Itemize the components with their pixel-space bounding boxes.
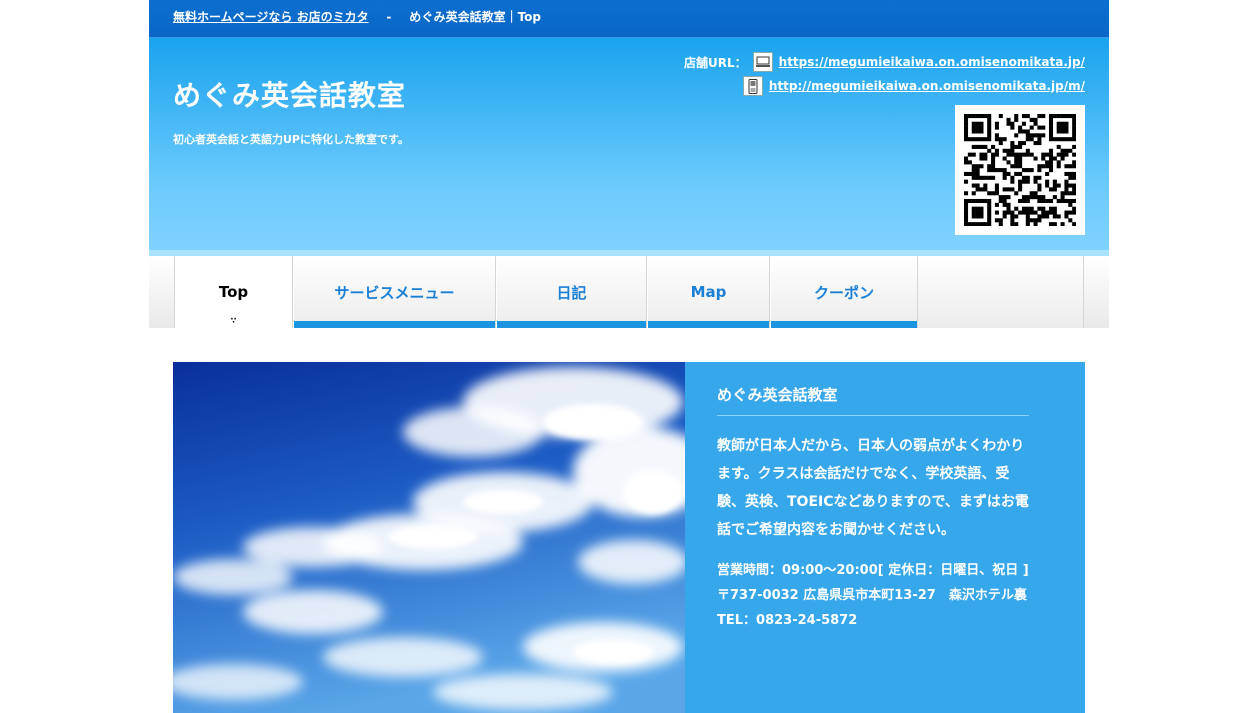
breadcrumb-separator: - <box>386 10 392 24</box>
store-url-label: 店舗URL： <box>684 55 747 70</box>
nav-item-underline <box>771 321 917 328</box>
nav-item-underline <box>294 321 495 328</box>
business-hours: 営業時間：09:00～20:00[ 定休日：日曜日、祝日 ] <box>717 563 1029 578</box>
site-header: めぐみ英会話教室 初心者英会話と英語力UPに特化した教室です。 店舗URL： h… <box>149 38 1109 250</box>
nav-item-label: Top <box>218 283 249 301</box>
top-bar: 無料ホームページなら お店のミカタ - めぐみ英会話教室｜Top <box>149 0 1109 38</box>
nav-item-underline <box>497 321 646 328</box>
global-nav: Top ∵ サービスメニュー 日記 Map クーポン <box>149 256 1109 328</box>
nav-empty-slot <box>918 256 1084 328</box>
shop-description: 教師が日本人だから、日本人の弱点がよくわかります。クラスは会話だけでなく、学校英… <box>717 438 1029 538</box>
nav-item-coupon[interactable]: クーポン <box>770 256 918 328</box>
computer-icon <box>752 52 773 72</box>
active-marker: ∵ <box>230 316 237 325</box>
mobile-phone-icon <box>742 76 763 96</box>
pc-url-link[interactable]: https://megumieikaiwa.on.omisenomikata.j… <box>779 55 1085 69</box>
nav-item-label: Map <box>690 283 727 301</box>
pc-url-row: 店舗URL： https://megumieikaiwa.on.omisenom… <box>684 52 1085 72</box>
site-description: 初心者英会話と英語力UPに特化した教室です。 <box>173 133 409 146</box>
nav-item-top[interactable]: Top ∵ <box>174 256 293 328</box>
mobile-url-link[interactable]: http://megumieikaiwa.on.omisenomikata.jp… <box>769 79 1085 93</box>
nav-items: Top ∵ サービスメニュー 日記 Map クーポン <box>174 256 1084 328</box>
shop-name: めぐみ英会話教室 <box>717 384 1029 416</box>
shop-address: 〒737-0032 広島県呉市本町13-27 森沢ホテル裏 <box>717 588 1027 603</box>
omisenomikata-link[interactable]: 無料ホームページなら お店のミカタ <box>173 10 369 24</box>
mobile-url-row: http://megumieikaiwa.on.omisenomikata.jp… <box>742 76 1085 96</box>
nav-item-map[interactable]: Map <box>647 256 770 328</box>
shop-info-panel: めぐみ英会話教室 教師が日本人だから、日本人の弱点がよくわかります。クラスは会話… <box>685 362 1085 713</box>
hero-section: めぐみ英会話教室 教師が日本人だから、日本人の弱点がよくわかります。クラスは会話… <box>173 362 1085 713</box>
nav-item-underline <box>648 321 769 328</box>
nav-item-service-menu[interactable]: サービスメニュー <box>293 256 496 328</box>
sky-image <box>173 362 685 713</box>
nav-item-label: 日記 <box>556 283 587 302</box>
site-title[interactable]: めぐみ英会話教室 <box>173 74 406 114</box>
nav-item-label: サービスメニュー <box>334 283 455 302</box>
qr-code <box>955 105 1085 235</box>
page-wrapper: 無料ホームページなら お店のミカタ - めぐみ英会話教室｜Top めぐみ英会話教… <box>149 0 1109 328</box>
breadcrumb: めぐみ英会話教室｜Top <box>409 10 542 24</box>
shop-tel: TEL：0823-24-5872 <box>717 613 858 628</box>
nav-item-diary[interactable]: 日記 <box>496 256 647 328</box>
nav-item-label: クーポン <box>813 283 874 302</box>
